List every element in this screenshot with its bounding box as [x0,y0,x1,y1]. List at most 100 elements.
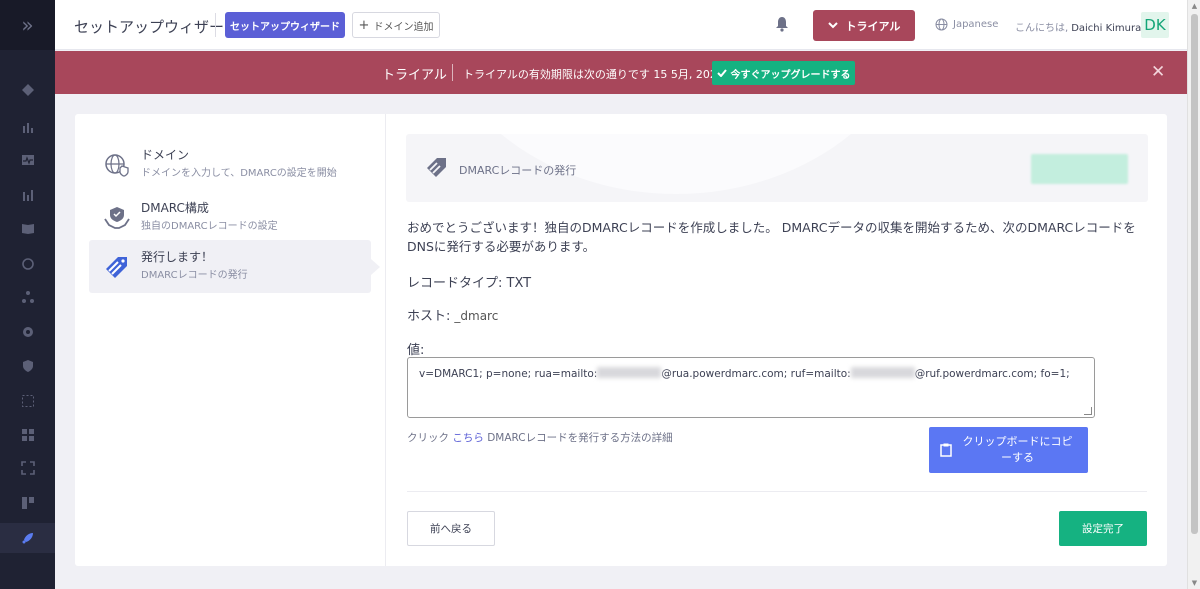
active-step-caret [371,259,380,275]
step-subtitle: 独自のDMARCレコードの設定 [141,221,278,232]
hand-shield-icon [104,207,130,229]
sidebar-item-docs[interactable] [0,216,55,240]
record-type-label: レコードタイプ: [407,276,503,291]
scrollbar-thumb[interactable] [1191,14,1198,534]
sidebar-item-setup[interactable] [0,523,55,553]
footer-divider [407,491,1147,492]
circle-icon [21,258,34,270]
language-selector[interactable]: Japanese [935,18,998,31]
chevron-down-icon [827,19,838,32]
tag-publish-icon [106,257,127,278]
scan-icon [20,461,35,475]
add-domain-label: ドメイン追加 [373,21,434,33]
record-suffix: @ruf.powerdmarc.com; fo=1; [914,368,1070,380]
network-icon [21,291,34,303]
bar-chart-icon [22,123,33,133]
step-title: 発行します！ [141,250,214,264]
dmarc-record-textarea[interactable]: v=DMARC1; p=none; rua=mailto: @rua.powerd… [407,357,1095,418]
pulse-icon [21,155,34,165]
sidebar-item-circle[interactable] [0,252,55,276]
add-domain-button[interactable]: + ドメイン追加 [352,12,440,38]
copy-to-clipboard-button[interactable]: クリップボードにコピーする [929,427,1088,473]
finish-setup-button[interactable]: 設定完了 [1059,511,1147,546]
bell-icon[interactable] [775,16,789,35]
language-label: Japanese [953,19,999,30]
scroll-up-arrow-icon[interactable]: ▲ [1190,2,1199,10]
trial-button-label: トライアル [845,19,901,33]
trial-expiry-message: トライアルの有効期限は次の通りです 15 5月, 2022 [463,68,724,81]
sidebar-item-scan[interactable] [0,456,55,480]
sidebar-item-reports[interactable] [0,115,55,139]
record-mid: @rua.powerdmarc.com; ruf=mailto: [661,368,851,380]
header-divider [215,13,216,37]
host-value: _dmarc [454,309,499,323]
sidebar-item-settings[interactable] [0,320,55,344]
step-subtitle: ドメインを入力して、DMARCの設定を開始 [141,168,337,179]
expand-sidebar-icon[interactable]: » [0,0,55,50]
copy-button-label: クリップボードにコピーする [962,435,1073,464]
back-button[interactable]: 前へ戻る [407,511,495,546]
upgrade-button-label: 今すぐアップグレードする [730,69,851,81]
help-link[interactable]: こちら [452,432,484,444]
gear-icon [22,327,33,337]
step-subtitle: DMARCレコードの発行 [141,270,248,281]
step-domain[interactable]: ドメイン ドメインを入力して、DMARCの設定を開始 [89,138,371,191]
publish-content: DMARCレコードの発行 おめでとうございます！独自のDMARCレコードを作成し… [406,114,1148,566]
banner-divider [452,64,453,81]
sidebar-item-panels[interactable] [0,491,55,515]
step-publish[interactable]: 発行します！ DMARCレコードの発行 [89,240,380,293]
wizard-steps: ドメイン ドメインを入力して、DMARCの設定を開始 DMARC構成 独自のDM… [75,114,386,566]
plus-icon: + [358,17,370,33]
sidebar-item-network[interactable] [0,285,55,309]
greeting-text: こんにちは, [1015,23,1069,34]
sidebar-item-dashboard[interactable] [0,78,55,102]
check-icon [716,69,727,77]
scroll-down-arrow-icon[interactable]: ▼ [1190,579,1199,587]
shield-icon [22,360,33,372]
column-chart-icon [22,190,33,201]
diamond-icon [21,84,34,96]
banner-label: トライアル [382,68,447,83]
record-prefix: v=DMARC1; p=none; rua=mailto: [419,368,598,380]
wizard-card: ドメイン ドメインを入力して、DMARCの設定を開始 DMARC構成 独自のDM… [75,114,1167,566]
close-icon[interactable]: ✕ [1151,62,1165,82]
sidebar: » [0,0,55,589]
hint-suffix: DMARCレコードを発行する方法の詳細 [487,432,673,444]
sidebar-item-security[interactable] [0,354,55,378]
step-dmarc-config[interactable]: DMARC構成 独自のDMARCレコードの設定 [89,191,371,244]
intro-text: おめでとうございます！独自のDMARCレコードを作成しました。 DMARCデータ… [407,220,1136,254]
resize-handle[interactable] [1084,407,1092,415]
page-scrollbar[interactable]: ▲ ▼ [1187,0,1200,589]
redacted-email [597,367,662,378]
sidebar-item-analytics[interactable] [0,183,55,207]
trial-button[interactable]: トライアル [813,10,915,41]
layout-icon [21,429,34,441]
sidebar-item-grid[interactable] [0,389,55,413]
host: ホスト: _dmarc [407,305,498,324]
tag-icon [427,158,446,177]
dotted-square-icon [21,395,34,407]
blurred-button[interactable] [1031,154,1128,184]
user-name: Daichi Kimura [1071,23,1142,34]
step-title: ドメイン [141,148,190,162]
top-header: セットアップウィザード セットアップウィザード + ドメイン追加 トライアル J… [55,0,1187,50]
step-title: DMARC構成 [141,201,209,215]
setup-wizard-button[interactable]: セットアップウィザード [225,12,345,38]
trial-banner: トライアル トライアルの有効期限は次の通りです 15 5月, 2022 今すぐア… [55,51,1187,94]
sidebar-item-layout[interactable] [0,423,55,447]
host-label: ホスト: [407,309,451,324]
hint-prefix: クリック [407,432,449,444]
globe-shield-icon [105,154,129,177]
clipboard-icon [939,443,952,457]
upgrade-button[interactable]: 今すぐアップグレードする [712,61,855,85]
book-icon [21,224,34,234]
avatar[interactable]: DK [1141,12,1169,38]
sidebar-item-monitor[interactable] [0,148,55,172]
section-header: DMARCレコードの発行 [406,134,1148,202]
rocket-icon [22,533,33,544]
record-type: レコードタイプ: TXT [407,272,531,291]
help-hint: クリック こちら DMARCレコードを発行する方法の詳細 [407,430,673,445]
record-type-value: TXT [506,276,532,291]
user-greeting: こんにちは, Daichi Kimura [1015,19,1141,34]
section-title: DMARCレコードの発行 [459,164,577,177]
